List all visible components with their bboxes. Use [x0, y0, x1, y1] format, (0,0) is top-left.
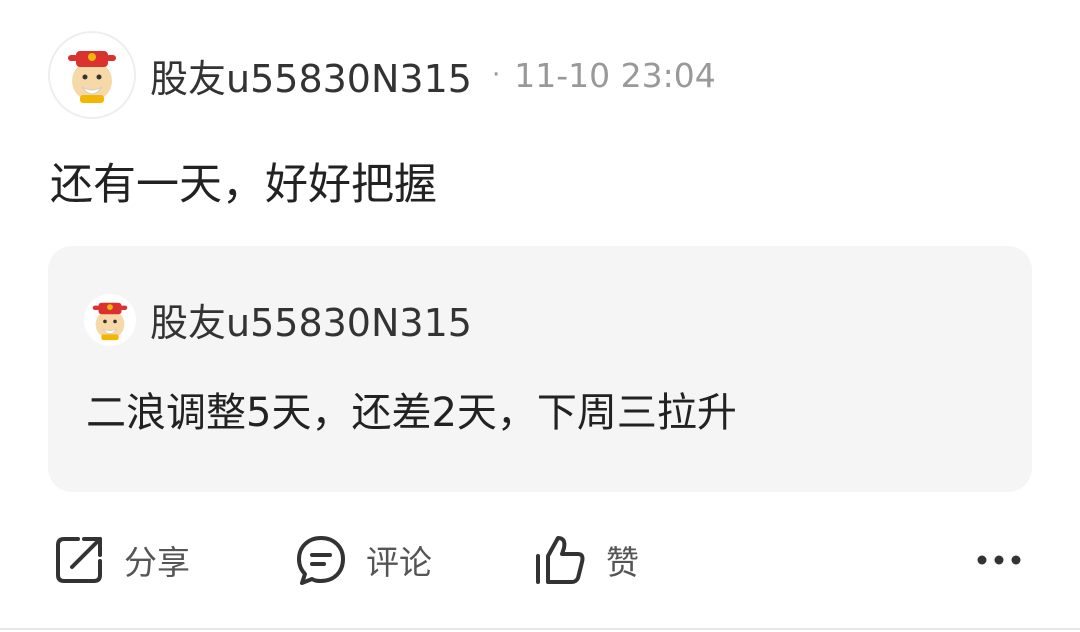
share-icon [56, 537, 102, 583]
author-name[interactable]: 股友u55830N315 [150, 48, 472, 103]
post-card: 股友u55830N315 · 11-10 23:04 还有一天，好好把握 股友u [0, 0, 1080, 632]
like-label: 赞 [606, 543, 639, 582]
god-of-wealth-avatar-icon [92, 302, 128, 340]
like-button[interactable]: 赞 [532, 528, 639, 592]
post-header: 股友u55830N315 · 11-10 23:04 [48, 30, 716, 120]
bottom-divider [0, 628, 1080, 630]
post-timestamp: 11-10 23:04 [514, 55, 716, 95]
god-of-wealth-avatar-icon [68, 51, 116, 103]
post-content[interactable]: 还有一天，好好把握 [50, 150, 437, 212]
comment-button[interactable]: 评论 [294, 528, 432, 592]
share-label: 分享 [124, 543, 190, 582]
quoted-post-content: 二浪调整5天，还差2天，下周三拉升 [86, 390, 737, 436]
author-avatar[interactable] [48, 31, 136, 119]
more-icon [977, 555, 1021, 565]
separator-dot: · [491, 60, 501, 90]
share-button[interactable]: 分享 [52, 528, 190, 592]
quoted-author-avatar[interactable] [84, 293, 136, 346]
thumbs-up-icon [536, 536, 585, 584]
more-button[interactable] [976, 528, 1022, 592]
quoted-author-name[interactable]: 股友u55830N315 [150, 292, 472, 347]
quoted-post-header: 股友u55830N315 [84, 292, 472, 347]
comment-icon [297, 536, 345, 585]
action-bar: 分享 评论 赞 [52, 528, 1032, 592]
quoted-post[interactable]: 股友u55830N315 二浪调整5天，还差2天，下周三拉升 [48, 246, 1032, 492]
comment-label: 评论 [366, 543, 432, 582]
